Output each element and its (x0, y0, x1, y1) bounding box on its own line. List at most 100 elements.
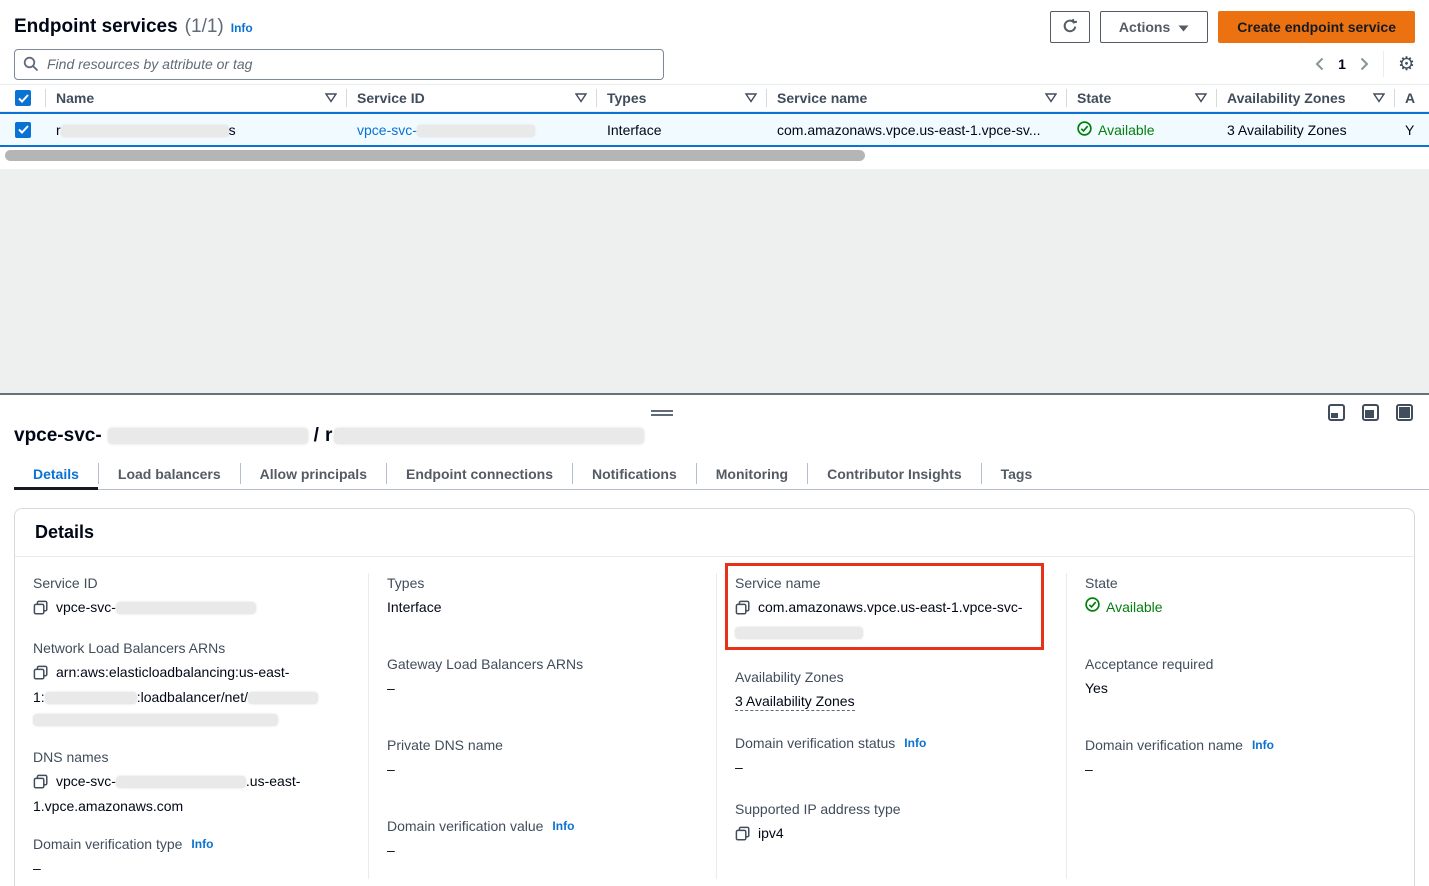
details-card: Details Service ID vpce-svc- Network Loa… (14, 508, 1415, 886)
previous-page-icon[interactable] (1315, 57, 1324, 71)
field-availability-zones: Availability Zones 3 Availability Zones (735, 667, 1050, 712)
field-service-id: Service ID vpce-svc- (33, 573, 352, 621)
tab-tags[interactable]: Tags (982, 457, 1052, 490)
table-row[interactable]: rs vpce-svc- Interface com.amazonaws.vpc… (0, 112, 1429, 147)
search-icon (23, 56, 39, 77)
row-select-cell (0, 114, 46, 145)
redacted-text (108, 428, 308, 444)
top-toolbar: Endpoint services (1/1) Info Actions Cre… (0, 0, 1429, 80)
tab-load-balancers[interactable]: Load balancers (99, 457, 240, 490)
filter-icon[interactable] (1373, 93, 1385, 103)
filter-icon[interactable] (575, 93, 587, 103)
row-checkbox[interactable] (15, 122, 31, 138)
field-domain-verification-type: Domain verification type Info – (33, 834, 352, 879)
table-header-row: Name Service ID Types Service name (0, 84, 1429, 112)
tab-allow-principals[interactable]: Allow principals (241, 457, 386, 490)
field-glb-arns: Gateway Load Balancers ARNs – (387, 654, 700, 699)
actions-dropdown-button[interactable]: Actions (1100, 11, 1208, 43)
field-domain-verification-value: Domain verification value Info – (387, 816, 700, 861)
copy-icon[interactable] (33, 599, 48, 621)
title-info-link[interactable]: Info (231, 21, 253, 35)
next-page-icon[interactable] (1360, 57, 1369, 71)
availability-zones-popover-link[interactable]: 3 Availability Zones (1227, 122, 1347, 138)
redacted-text (735, 627, 863, 639)
copy-icon[interactable] (735, 825, 750, 847)
info-link[interactable]: Info (191, 834, 213, 854)
details-card-heading: Details (15, 509, 1414, 557)
cell-service-id: vpce-svc- (347, 122, 597, 138)
info-link[interactable]: Info (1252, 735, 1274, 755)
page: Endpoint services (1/1) Info Actions Cre… (0, 0, 1429, 886)
field-supported-ip-address-type: Supported IP address type ipv4 (735, 799, 1050, 847)
cell-availability-zones: 3 Availability Zones (1217, 122, 1395, 138)
copy-icon[interactable] (735, 599, 750, 621)
copy-icon[interactable] (33, 664, 48, 686)
resource-count: (1/1) (185, 16, 224, 38)
pagination: 1 ⚙ (1315, 51, 1415, 77)
tab-notifications[interactable]: Notifications (573, 457, 696, 490)
horizontal-scrollbar-thumb[interactable] (5, 150, 865, 161)
select-all-cell (0, 85, 46, 111)
title-group: Endpoint services (1/1) Info (14, 16, 253, 38)
panel-size-medium-icon[interactable] (1362, 404, 1379, 421)
service-id-link[interactable]: vpce-svc- (357, 122, 535, 138)
info-link[interactable]: Info (552, 816, 574, 836)
availability-zones-popover-link[interactable]: 3 Availability Zones (735, 693, 855, 711)
field-acceptance-required: Acceptance required Yes (1085, 654, 1398, 699)
redacted-text (417, 125, 535, 137)
tab-monitoring[interactable]: Monitoring (697, 457, 807, 490)
field-dns-names: DNS names vpce-svc-.us-east- 1.vpce.amaz… (33, 747, 352, 817)
panel-size-controls (1328, 404, 1413, 421)
tab-endpoint-connections[interactable]: Endpoint connections (387, 457, 572, 490)
redacted-text (33, 714, 278, 726)
column-header-types: Types (597, 85, 767, 111)
cell-state: Available (1067, 121, 1217, 139)
cell-types: Interface (597, 122, 767, 138)
panel-tabs: Details Load balancers Allow principals … (0, 457, 1429, 490)
status-available-icon (1077, 121, 1092, 139)
select-all-checkbox[interactable] (15, 90, 31, 106)
tab-details[interactable]: Details (14, 457, 98, 490)
page-title: Endpoint services (14, 16, 178, 38)
details-column-1: Service ID vpce-svc- Network Load Balanc… (15, 573, 368, 879)
field-state: State Available (1085, 573, 1398, 618)
cell-acceptance: Y (1395, 122, 1429, 138)
status-available-icon (1085, 596, 1100, 618)
panel-resize-handle[interactable] (651, 410, 673, 416)
copy-icon[interactable] (33, 773, 48, 795)
refresh-button[interactable] (1050, 11, 1090, 43)
field-types: Types Interface (387, 573, 700, 618)
caret-down-icon (1178, 19, 1189, 35)
field-domain-verification-name: Domain verification name Info – (1085, 735, 1398, 780)
column-header-acceptance: A (1395, 85, 1429, 111)
redacted-text (45, 692, 137, 704)
actions-label: Actions (1119, 19, 1170, 35)
panel-size-full-icon[interactable] (1396, 404, 1413, 421)
search-input[interactable] (14, 49, 664, 80)
current-page-number[interactable]: 1 (1338, 56, 1346, 72)
tab-contributor-insights[interactable]: Contributor Insights (808, 457, 981, 490)
column-header-service-name: Service name (767, 85, 1067, 111)
filter-icon[interactable] (325, 93, 337, 103)
filter-icon[interactable] (1195, 93, 1207, 103)
create-endpoint-service-button[interactable]: Create endpoint service (1218, 11, 1415, 43)
filter-icon[interactable] (745, 93, 757, 103)
table-settings-gear-icon[interactable]: ⚙ (1398, 55, 1415, 74)
details-column-2: Types Interface Gateway Load Balancers A… (368, 573, 716, 879)
refresh-icon (1062, 18, 1078, 37)
column-header-service-id: Service ID (347, 85, 597, 111)
toolbar-actions: Actions Create endpoint service (1050, 11, 1415, 43)
field-domain-verification-status: Domain verification status Info – (735, 733, 1050, 778)
details-column-4: State Available Acceptance required (1066, 573, 1414, 879)
filter-icon[interactable] (1045, 93, 1057, 103)
cell-name: rs (46, 122, 347, 138)
redacted-text (61, 125, 229, 137)
column-header-state: State (1067, 85, 1217, 111)
field-service-name: Service name com.amazonaws.vpce.us-east-… (735, 573, 1050, 643)
info-link[interactable]: Info (904, 733, 926, 753)
field-private-dns-name: Private DNS name – (387, 735, 700, 780)
pager-divider (1383, 51, 1384, 77)
field-nlb-arns: Network Load Balancers ARNs arn:aws:elas… (33, 638, 352, 730)
panel-size-small-icon[interactable] (1328, 404, 1345, 421)
cell-service-name: com.amazonaws.vpce.us-east-1.vpce-sv... (767, 122, 1067, 138)
